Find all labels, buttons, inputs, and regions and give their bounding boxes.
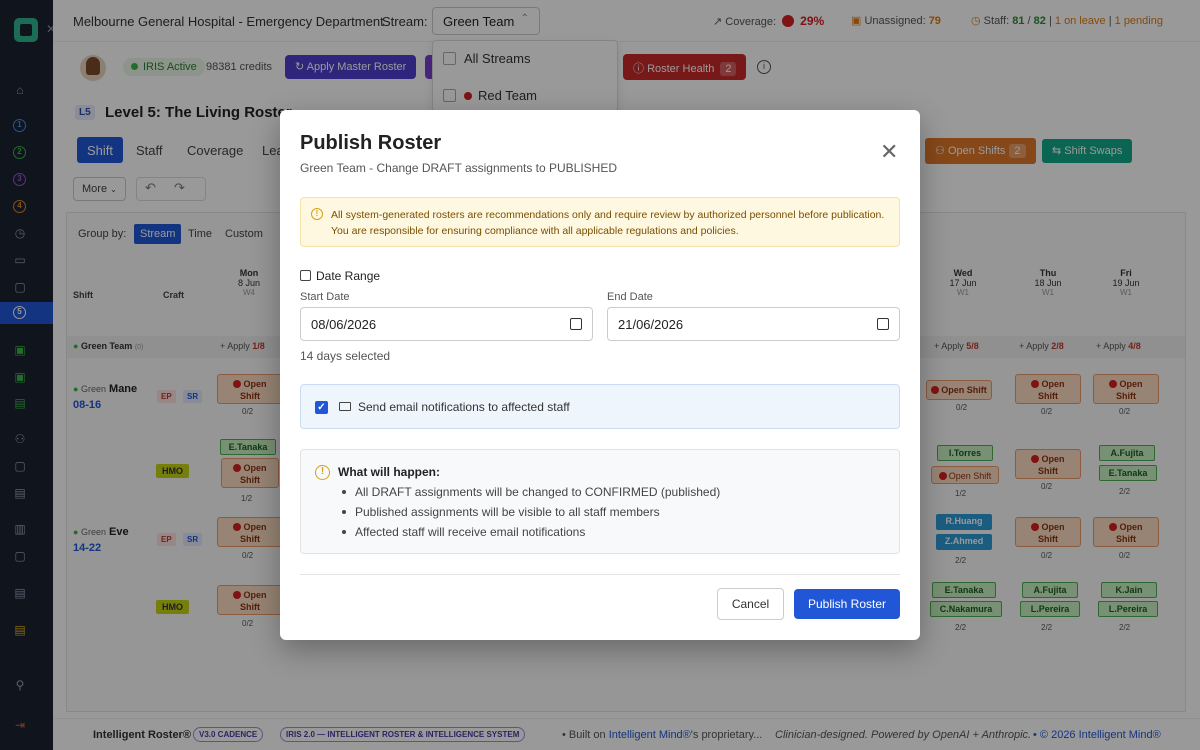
modal-subtitle: Green Team - Change DRAFT assignments to… [300, 161, 618, 175]
notify-label: Send email notifications to affected sta… [358, 400, 570, 414]
days-selected: 14 days selected [300, 349, 391, 363]
publish-roster-modal: Publish Roster Green Team - Change DRAFT… [280, 110, 920, 640]
info-warning-icon: ! [315, 465, 330, 480]
what-will-happen-panel: ! What will happen: All DRAFT assignment… [300, 449, 900, 554]
end-date-input[interactable]: 21/06/2026 [607, 307, 900, 341]
modal-divider [300, 574, 900, 575]
calendar-picker-icon[interactable] [877, 318, 889, 330]
warning-banner: ! All system-generated rosters are recom… [300, 197, 900, 247]
modal-title: Publish Roster [300, 132, 442, 154]
what-item: Affected staff will receive email notifi… [341, 525, 586, 539]
what-title: What will happen: [338, 465, 440, 479]
start-date-label: Start Date [300, 291, 350, 303]
what-item: Published assignments will be visible to… [342, 505, 660, 519]
calendar-icon [300, 270, 311, 281]
calendar-picker-icon[interactable] [570, 318, 582, 330]
notification-option[interactable]: ✓ Send email notifications to affected s… [300, 384, 900, 429]
cancel-button[interactable]: Cancel [717, 588, 784, 620]
warning-icon: ! [311, 208, 323, 220]
end-date-label: End Date [607, 291, 653, 303]
mail-icon [339, 402, 351, 411]
start-date-input[interactable]: 08/06/2026 [300, 307, 593, 341]
warning-text: All system-generated rosters are recomme… [331, 209, 885, 237]
close-icon[interactable]: ✕ [880, 141, 898, 163]
notify-checkbox[interactable]: ✓ [315, 401, 328, 414]
date-range-title: Date Range [300, 269, 380, 283]
start-date-value: 08/06/2026 [311, 317, 377, 332]
what-item: All DRAFT assignments will be changed to… [341, 485, 721, 499]
end-date-value: 21/06/2026 [618, 317, 684, 332]
publish-roster-button[interactable]: Publish Roster [794, 589, 900, 619]
